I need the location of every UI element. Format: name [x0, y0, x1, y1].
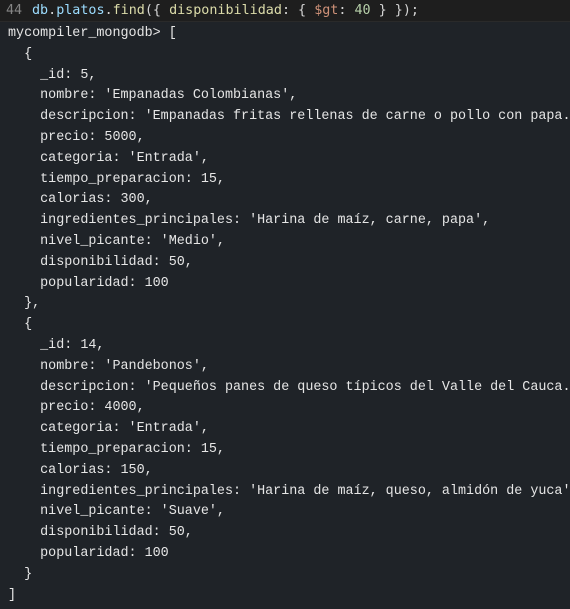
output-line: _id: 5, [8, 67, 97, 83]
output-line: }, [8, 296, 41, 312]
output-line: { [8, 46, 33, 62]
output-line: nombre: 'Empanadas Colombianas', [8, 88, 298, 104]
code-colon-token: : [338, 3, 355, 18]
output-line: } [8, 566, 33, 582]
console-output: mycompiler_mongodb> [ { _id: 5, nombre: … [8, 24, 570, 606]
output-line: calorias: 300, [8, 192, 153, 208]
output-line: descripcion: 'Pequeños panes de queso tí… [8, 379, 570, 395]
output-line: nivel_picante: 'Suave', [8, 504, 225, 520]
output-line: { [8, 317, 33, 333]
code-brace-token: ({ [144, 3, 170, 18]
code-db-token: db [32, 3, 49, 18]
output-line: nombre: 'Pandebonos', [8, 358, 209, 374]
code-colon-token: : { [281, 3, 315, 18]
console-prompt-line: mycompiler_mongodb> [ [8, 26, 177, 41]
output-line: ] [8, 587, 17, 603]
output-line: calorias: 150, [8, 462, 153, 478]
output-line: descripcion: 'Empanadas fritas rellenas … [8, 109, 570, 125]
code-dot-token: . [48, 3, 57, 18]
code-collection-token: platos [56, 3, 105, 18]
line-number: 44 [6, 3, 23, 18]
output-line: ingredientes_principales: 'Harina de maí… [8, 213, 491, 229]
output-line: nivel_picante: 'Medio', [8, 233, 225, 249]
output-line: precio: 5000, [8, 129, 145, 145]
output-line: categoria: 'Entrada', [8, 150, 209, 166]
output-line: popularidad: 100 [8, 545, 169, 561]
code-field-token: disponibilidad [169, 3, 282, 18]
code-function-token: find [112, 3, 145, 18]
output-line: _id: 14, [8, 337, 105, 353]
output-line: tiempo_preparacion: 15, [8, 171, 225, 187]
code-value-token: 40 [354, 3, 371, 18]
output-line: disponibilidad: 50, [8, 525, 193, 541]
output-line: categoria: 'Entrada', [8, 421, 209, 437]
code-editor-line[interactable]: 44 db. platos. find({ disponibilidad: { $gt… [0, 0, 570, 22]
code-close-token: } }); [370, 3, 419, 18]
console-output-panel[interactable]: mycompiler_mongodb> [ { _id: 5, nombre: … [0, 22, 570, 609]
output-line: disponibilidad: 50, [8, 254, 193, 270]
code-operator-token: $gt [314, 3, 339, 18]
output-line: ingredientes_principales: 'Harina de maí… [8, 483, 570, 499]
output-line: tiempo_preparacion: 15, [8, 441, 225, 457]
output-line: popularidad: 100 [8, 275, 169, 291]
output-line: precio: 4000, [8, 400, 145, 416]
code-dot-token: . [104, 3, 113, 18]
